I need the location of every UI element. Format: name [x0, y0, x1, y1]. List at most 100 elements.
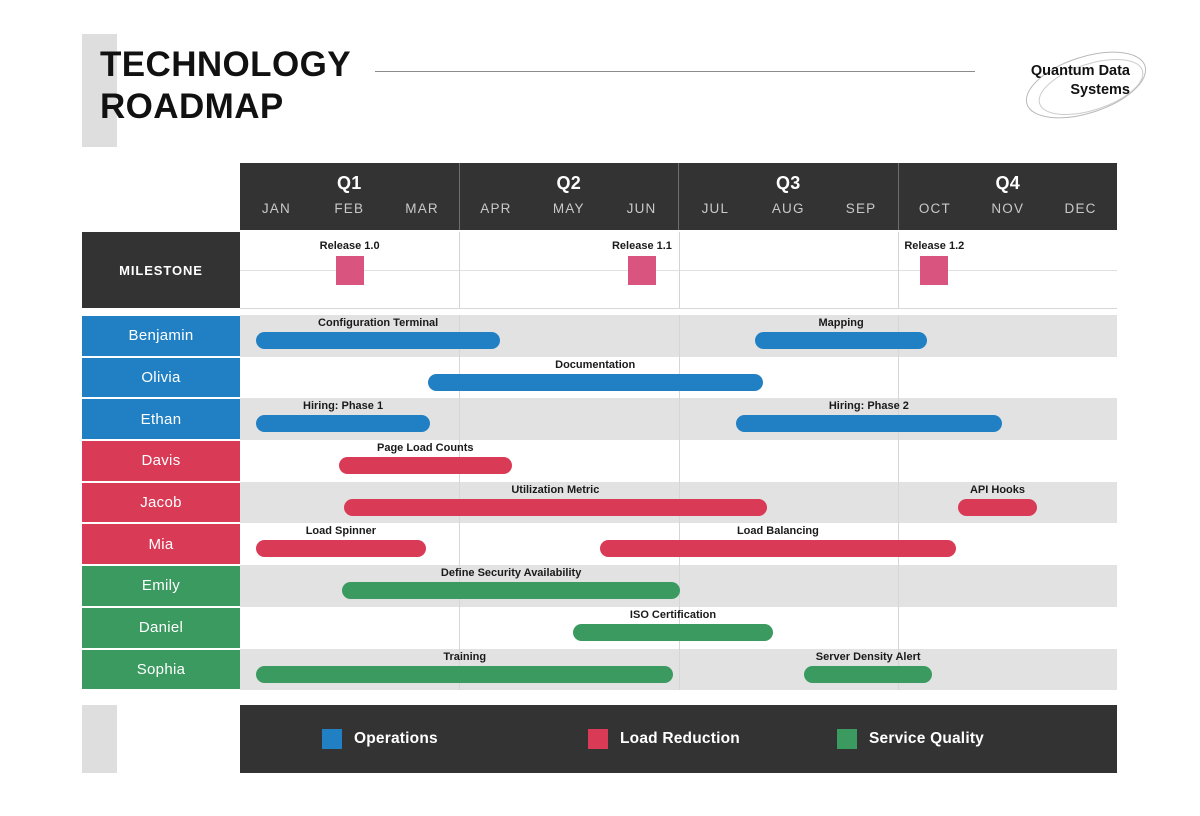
quarter-gridline: [897, 481, 899, 524]
task-bar-label: Server Density Alert: [815, 650, 921, 663]
task-bar[interactable]: [256, 332, 501, 349]
company-logo: Quantum Data Systems: [1008, 45, 1158, 125]
task-bar[interactable]: [755, 332, 927, 349]
legend-item[interactable]: Load Reduction: [588, 729, 740, 749]
month-label-jan: JAN: [261, 201, 291, 216]
quarter-gridline: [678, 232, 680, 308]
quarter-gridline: [897, 356, 899, 399]
page-header: TECHNOLOGY ROADMAP Quantum Data Systems: [0, 0, 1200, 150]
quarter-gridline: [459, 398, 461, 441]
task-bar-label: Hiring: Phase 2: [828, 400, 909, 413]
task-bar[interactable]: [427, 373, 763, 391]
row-track: Load Spinner Load Balancing: [240, 523, 1117, 566]
milestone-label: Release 1.0: [319, 240, 380, 252]
row-owner-benjamin[interactable]: Benjamin: [82, 316, 240, 356]
milestone-marker[interactable]: [627, 256, 656, 285]
milestone-row-label: MILESTONE: [82, 232, 240, 308]
row-owner-emily[interactable]: Emily: [82, 566, 240, 606]
task-bar-label: ISO Certification: [629, 608, 717, 621]
row-track: Hiring: Phase 1 Hiring: Phase 2: [240, 398, 1117, 441]
category-legend: Operations Load Reduction Service Quality: [240, 705, 1117, 773]
task-bar[interactable]: [342, 582, 680, 600]
task-bar-label: Define Security Availability: [440, 567, 582, 580]
quarter-gridline: [897, 440, 899, 482]
month-label-sep: SEP: [845, 201, 877, 216]
task-bar-label: Hiring: Phase 1: [303, 400, 384, 413]
month-label-jun: JUN: [626, 201, 657, 216]
roadmap-gantt-chart: Q1 JAN FEB MAR Q2 APR MAY JUN Q3 JUL AUG SEP Q4 OCT NO…: [82, 163, 1117, 773]
task-bar[interactable]: [572, 623, 774, 641]
task-row: Jacob Utilization Metric API Hooks: [82, 481, 1117, 524]
row-owner-davis[interactable]: Davis: [82, 441, 240, 481]
month-label-dec: DEC: [1064, 201, 1097, 216]
task-row: Mia Load Spinner Load Balancing: [82, 523, 1117, 566]
month-labels: OCT NOV DEC: [899, 201, 1118, 216]
quarter-column-q2: Q2 APR MAY JUN: [458, 163, 679, 230]
quarter-gridline: [678, 315, 680, 357]
legend-item[interactable]: Service Quality: [837, 729, 984, 749]
task-bar-label: Configuration Terminal: [318, 317, 439, 329]
task-bar[interactable]: [256, 665, 674, 683]
row-track: ISO Certification: [240, 606, 1117, 649]
task-row: Sophia Training Server Density Alert: [82, 648, 1117, 691]
quarter-label: Q1: [336, 173, 362, 193]
month-labels: JAN FEB MAR: [240, 201, 459, 216]
milestone-marker[interactable]: [920, 256, 949, 285]
task-bar-label: Utilization Metric: [511, 483, 600, 496]
legend-label: Service Quality: [869, 730, 985, 747]
month-label-apr: APR: [480, 201, 512, 216]
quarter-column-q1: Q1 JAN FEB MAR: [240, 163, 459, 230]
row-track: Utilization Metric API Hooks: [240, 481, 1117, 524]
milestone-label: Release 1.1: [611, 240, 672, 252]
task-bar-label: Training: [443, 650, 487, 663]
task-row: Olivia Documentation: [82, 356, 1117, 399]
task-bar[interactable]: [343, 498, 767, 516]
quarter-label: Q4: [995, 173, 1021, 193]
row-track: Documentation: [240, 356, 1117, 399]
task-bar[interactable]: [804, 665, 933, 683]
month-label-feb: FEB: [334, 201, 365, 216]
row-owner-daniel[interactable]: Daniel: [82, 607, 240, 648]
task-bar[interactable]: [735, 415, 1003, 433]
quarter-column-q3: Q3 JUL AUG SEP: [678, 163, 898, 230]
task-bar[interactable]: [599, 540, 957, 558]
task-bar-label: Load Spinner: [305, 525, 376, 538]
quarter-gridline: [459, 606, 461, 649]
task-bar[interactable]: [256, 415, 431, 433]
logo-text: Quantum Data Systems: [1030, 63, 1130, 98]
timeline-header: Q1 JAN FEB MAR Q2 APR MAY JUN Q3 JUL AUG SEP Q4 OCT NO…: [240, 163, 1117, 230]
task-bar-label: Documentation: [555, 358, 636, 371]
row-owner-sophia[interactable]: Sophia: [82, 649, 240, 690]
quarter-gridline: [459, 232, 461, 308]
header-divider-rule: [375, 71, 975, 72]
row-track: Training Server Density Alert: [240, 648, 1117, 691]
page-title: TECHNOLOGY ROADMAP: [100, 45, 351, 126]
milestone-marker[interactable]: [335, 256, 364, 285]
task-bar-label: Mapping: [818, 317, 864, 329]
legend-item[interactable]: Operations: [322, 729, 438, 749]
row-owner-mia[interactable]: Mia: [82, 524, 240, 565]
month-labels: APR MAY JUN: [460, 201, 679, 216]
row-owner-olivia[interactable]: Olivia: [82, 357, 240, 398]
task-bar[interactable]: [338, 457, 512, 475]
quarter-label: Q3: [775, 173, 801, 193]
milestone-track: Release 1.0 Release 1.1 Release 1.2: [240, 232, 1117, 309]
month-labels: JUL AUG SEP: [679, 201, 898, 216]
task-bar[interactable]: [256, 540, 426, 558]
month-label-oct: OCT: [918, 201, 951, 216]
quarter-label: Q2: [556, 173, 582, 193]
quarter-gridline: [678, 398, 680, 441]
task-row: Benjamin Configuration Terminal Mapping: [82, 315, 1117, 357]
month-label-may: MAY: [552, 201, 585, 216]
row-owner-ethan[interactable]: Ethan: [82, 399, 240, 440]
task-bar[interactable]: [958, 498, 1037, 516]
task-row: Davis Page Load Counts: [82, 440, 1117, 482]
row-owner-jacob[interactable]: Jacob: [82, 482, 240, 523]
quarter-gridline: [459, 523, 461, 566]
legend-label: Operations: [354, 730, 438, 747]
quarter-column-q4: Q4 OCT NOV DEC: [897, 163, 1118, 230]
task-bar-label: Load Balancing: [736, 525, 819, 538]
milestone-label: Release 1.2: [904, 240, 965, 252]
quarter-gridline: [897, 606, 899, 649]
month-label-jul: JUL: [701, 201, 730, 216]
